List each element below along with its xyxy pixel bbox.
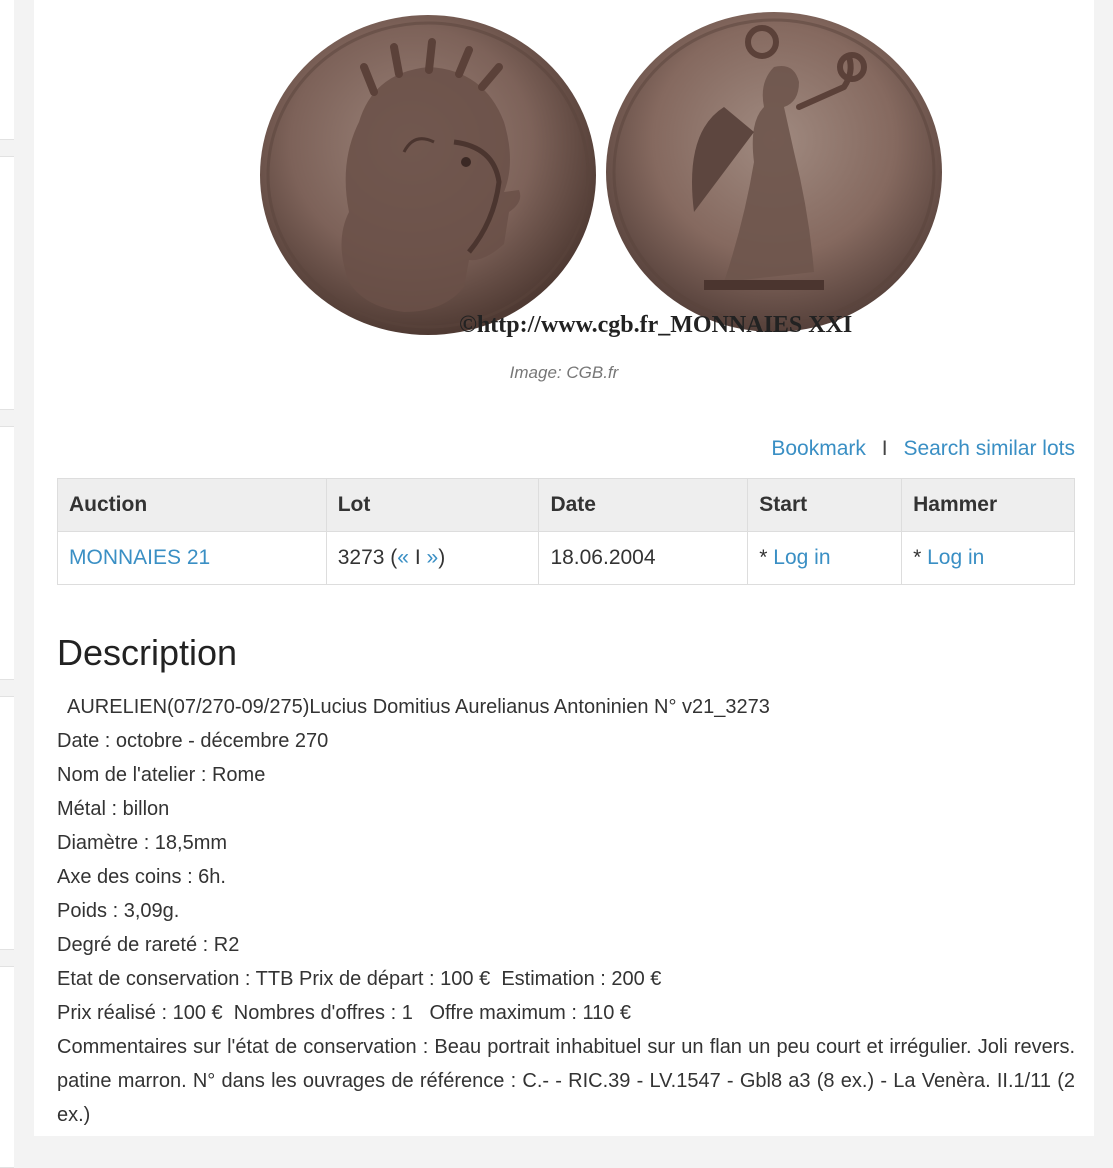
- hammer-cell: * Log in: [901, 531, 1075, 585]
- description-line: Diamètre : 18,5mm: [57, 832, 228, 854]
- search-similar-link[interactable]: Search similar lots: [903, 437, 1075, 460]
- description-line: Poids : 3,09g.: [57, 900, 180, 922]
- column-header-hammer: Hammer: [901, 478, 1075, 532]
- lot-number: 3273: [337, 546, 385, 569]
- table-header-row: Auction Lot Date Start Hammer: [57, 478, 1075, 532]
- start-login-link[interactable]: Log in: [773, 546, 830, 569]
- next-lot-link[interactable]: »: [427, 546, 439, 569]
- column-header-auction: Auction: [57, 478, 327, 532]
- description-line: Degré de rareté : R2: [57, 934, 240, 956]
- condition-comment: Commentaires sur l'état de conservation …: [57, 1036, 1075, 1126]
- description-line: Métal : billon: [57, 798, 170, 820]
- coin-photo: ©http://www.cgb.fr_MONNAIES XXI: [260, 12, 942, 338]
- description-line: Nom de l'atelier : Rome: [57, 764, 266, 786]
- table-row: MONNAIES 21 3273 (« I ») 18.06.2004 * Lo…: [57, 531, 1075, 585]
- coin-watermark: ©http://www.cgb.fr_MONNAIES XXI: [459, 312, 852, 338]
- coin-image[interactable]: ©http://www.cgb.fr_MONNAIES XXI: [254, 12, 954, 342]
- auction-link[interactable]: MONNAIES 21: [69, 546, 210, 569]
- actions-separator: I: [881, 437, 888, 460]
- sidebar-segment: [0, 0, 14, 140]
- description-line: Etat de conservation : TTB Prix de dépar…: [57, 968, 662, 990]
- description-line: AURELIEN(07/270-09/275)Lucius Domitius A…: [57, 696, 770, 718]
- description-line: Axe des coins : 6h.: [57, 866, 226, 888]
- coin-obverse: [260, 15, 596, 335]
- start-cell: * Log in: [747, 531, 903, 585]
- column-header-lot: Lot: [325, 478, 540, 532]
- lot-nav-separator: I: [414, 546, 421, 569]
- hammer-prefix: *: [913, 546, 928, 569]
- coin-reverse: [606, 12, 942, 332]
- hammer-login-link[interactable]: Log in: [927, 546, 984, 569]
- left-sidebar-strip: [0, 0, 14, 1168]
- previous-lot-link[interactable]: «: [397, 546, 409, 569]
- description-title: Description: [57, 632, 238, 673]
- column-header-start: Start: [747, 478, 903, 532]
- auction-cell: MONNAIES 21: [57, 531, 327, 585]
- sidebar-segment: [0, 696, 14, 950]
- date-cell: 18.06.2004: [538, 531, 749, 585]
- description-line: Date : octobre - décembre 270: [57, 730, 329, 752]
- sidebar-segment: [0, 156, 14, 410]
- image-caption: Image: CGB.fr: [509, 363, 619, 382]
- description-body: AURELIEN(07/270-09/275)Lucius Domitius A…: [57, 690, 1075, 1132]
- lot-actions: Bookmark I Search similar lots: [771, 437, 1075, 461]
- bookmark-link[interactable]: Bookmark: [771, 437, 866, 460]
- sidebar-segment: [0, 426, 14, 680]
- lot-table: Auction Lot Date Start Hammer MONNAIES 2…: [57, 478, 1075, 585]
- description-line: Prix réalisé : 100 € Nombres d'offres : …: [57, 1002, 632, 1024]
- lot-cell: 3273 (« I »): [325, 531, 540, 585]
- lot-detail-panel: ©http://www.cgb.fr_MONNAIES XXI Image: C…: [34, 0, 1094, 1136]
- column-header-date: Date: [538, 478, 749, 532]
- lot-paren-close: ): [438, 546, 446, 569]
- sidebar-segment: [0, 966, 14, 1168]
- start-prefix: *: [759, 546, 774, 569]
